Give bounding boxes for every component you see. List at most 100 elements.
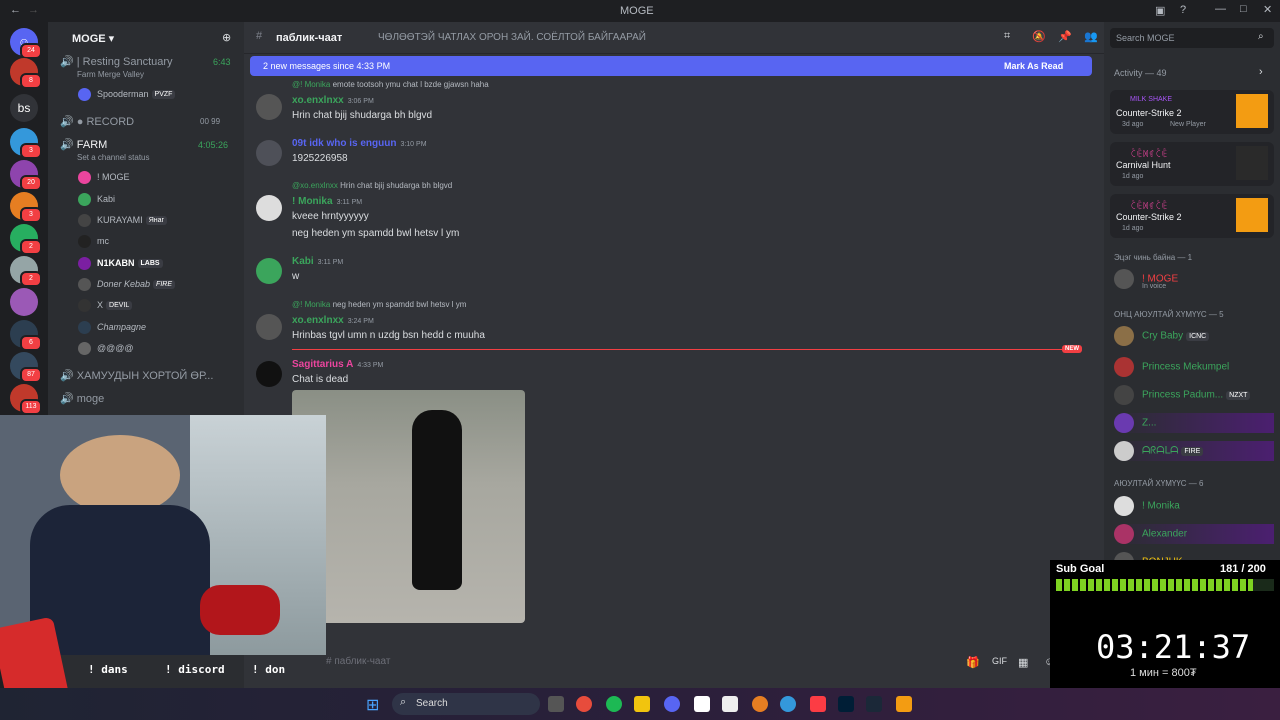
chevron-right-icon[interactable]: › (1259, 66, 1263, 78)
steam-icon[interactable] (866, 696, 882, 712)
voice-channel[interactable]: 🔊 ХАМУУДЫН ХОРТОЙ ӨР... (60, 369, 213, 382)
chrome-icon[interactable] (576, 696, 592, 712)
gif-icon[interactable]: GIF (992, 656, 1007, 666)
server-icon[interactable]: 2 (10, 224, 42, 255)
sticker-icon[interactable]: ▦ (1018, 656, 1028, 669)
cs2-icon (1236, 198, 1268, 232)
avatar[interactable] (256, 314, 282, 340)
server-icon[interactable]: 3 (10, 192, 42, 223)
photoshop-icon[interactable] (838, 696, 854, 712)
back-arrow-icon[interactable]: ← (10, 4, 21, 16)
avatar[interactable] (256, 195, 282, 221)
avatar[interactable] (256, 361, 282, 387)
server-icon[interactable]: 6 (10, 320, 42, 351)
voice-channel-moge[interactable]: 🔊 moge (60, 392, 104, 405)
member-list-icon[interactable]: 👥 (1084, 30, 1098, 43)
member[interactable]: Cry Baby ICNC (1114, 326, 1210, 346)
attached-gif[interactable] (292, 390, 525, 623)
sub-goal-progress (1056, 579, 1274, 591)
add-user-icon[interactable]: ⊕ (222, 31, 231, 44)
avatar[interactable] (256, 94, 282, 120)
pin-icon[interactable]: 📌 (1058, 30, 1072, 43)
search-input[interactable]: Search MOGE ⌕ (1110, 28, 1274, 48)
discord-icon[interactable] (664, 696, 680, 712)
server-icon[interactable]: 87 (10, 352, 42, 383)
chat-area: # паблик-чаат ЧӨЛӨӨТЭЙ ЧАТЛАХ ОРОН ЗАЙ. … (244, 22, 1104, 692)
help-icon[interactable]: ? (1180, 4, 1186, 16)
command-label: ! discord (165, 663, 225, 676)
message-text: Chat is dead (292, 374, 349, 385)
member[interactable]: Z... (1114, 413, 1274, 433)
server-icon[interactable]: 113 (10, 384, 42, 415)
voice-user[interactable]: Spooderman PVZF (78, 88, 176, 101)
set-status-link[interactable]: Set a channel status (77, 153, 150, 162)
cs2-icon (1236, 94, 1268, 128)
member[interactable]: Alexander (1114, 524, 1274, 544)
channel-topic[interactable]: ЧӨЛӨӨТЭЙ ЧАТЛАХ ОРОН ЗАЙ. СОЁЛТОЙ БАЙГАА… (378, 32, 646, 43)
file-explorer-icon[interactable] (634, 696, 650, 712)
minimize-button[interactable]: — (1215, 3, 1226, 15)
member[interactable]: Princess Padum... NZXT (1114, 385, 1251, 405)
username[interactable]: 09t idk who is enguun 3:10 PM (292, 138, 427, 149)
app-icon[interactable] (896, 696, 912, 712)
notification-icon[interactable]: 🔕 (1032, 30, 1046, 43)
webcam-person-body (30, 505, 210, 655)
server-icon[interactable] (10, 288, 38, 316)
discord-home-icon[interactable]: ☺ 24 (10, 28, 42, 59)
inbox-icon[interactable]: ▣ (1155, 4, 1165, 17)
app-icon[interactable] (752, 696, 768, 712)
channel-timer: 4:05:26 (198, 140, 229, 150)
username[interactable]: Kabi 3:11 PM (292, 256, 343, 267)
username[interactable]: xo.enxlnxx 3:24 PM (292, 315, 374, 326)
message-text: Hrinbas tgvl umn n uzdg bsn hedd c muuha (292, 330, 485, 341)
voice-user[interactable]: N1KABN LABS (78, 257, 163, 270)
avatar[interactable] (256, 258, 282, 284)
voice-user[interactable]: Doner Kebab FIRE (78, 278, 175, 291)
forward-arrow-icon[interactable]: → (28, 4, 39, 16)
voice-user[interactable]: mc (78, 235, 109, 248)
voice-user[interactable]: X DEVIL (78, 299, 133, 312)
username[interactable]: Sagittarius A 4:33 PM (292, 359, 383, 370)
server-icon[interactable]: 8 (10, 58, 42, 89)
spotify-icon[interactable] (606, 696, 622, 712)
threads-icon[interactable]: ⌗ (1004, 30, 1010, 43)
gift-icon[interactable]: 🎁 (966, 656, 980, 669)
app-icon[interactable] (780, 696, 796, 712)
app-icon[interactable] (694, 696, 710, 712)
voice-user[interactable]: Kabi (78, 193, 115, 206)
username[interactable]: ! Monika 3:11 PM (292, 196, 362, 207)
notion-icon[interactable] (722, 696, 738, 712)
new-messages-bar[interactable]: 2 new messages since 4:33 PM Mark As Rea… (250, 56, 1092, 76)
username[interactable]: xo.enxlnxx 3:06 PM (292, 95, 374, 106)
chat-header: # паблик-чаат ЧӨЛӨӨТЭЙ ЧАТЛАХ ОРОН ЗАЙ. … (244, 22, 1104, 54)
sub-goal-progress-fill (1056, 579, 1254, 591)
server-icon-bs[interactable]: bs (10, 94, 38, 122)
activity-header[interactable]: Activity — 49 (1114, 68, 1167, 78)
mark-as-read-button[interactable]: Mark As Read (1004, 61, 1063, 71)
maximize-button[interactable]: □ (1240, 3, 1247, 15)
voice-channel-record[interactable]: 🔊 ● RECORD (60, 115, 134, 128)
server-icon[interactable]: 20 (10, 160, 42, 191)
member[interactable]: ᗩᖇᗩᒪᗩ FIRE (1114, 441, 1274, 461)
activity-card[interactable]: MILK SHAKE Counter-Strike 2 3d ago New P… (1110, 90, 1274, 134)
music-icon[interactable] (810, 696, 826, 712)
voice-user[interactable]: Champagne (78, 321, 146, 334)
voice-user[interactable]: KURAYAMI Янаг (78, 214, 168, 227)
gif-figure (412, 410, 462, 590)
server-icon[interactable]: 3 (10, 128, 42, 159)
taskbar-search[interactable]: ⌕ Search (392, 693, 540, 715)
avatar[interactable] (256, 140, 282, 166)
voice-user[interactable]: ! MOGE (78, 171, 130, 184)
server-header[interactable]: MOGE ▾ (48, 22, 244, 54)
member[interactable]: Princess Mekumpel (1114, 357, 1229, 377)
voice-channel-farm[interactable]: 🔊 FARM (60, 138, 107, 151)
close-button[interactable]: ✕ (1263, 3, 1272, 16)
voice-user[interactable]: @@@@ (78, 342, 134, 355)
activity-card[interactable]: ꉓꍟꁒꁍꉓꍟ Carnival Hunt 1d ago (1110, 142, 1274, 186)
windows-start-icon[interactable]: ⊞ (366, 695, 379, 715)
app-icon[interactable] (548, 696, 564, 712)
activity-card[interactable]: ꉓꍟꁒꁍꉓꍟ Counter-Strike 2 1d ago (1110, 194, 1274, 238)
member[interactable]: ! Monika (1114, 496, 1180, 516)
server-icon[interactable]: 2 (10, 256, 42, 287)
voice-channel-resting[interactable]: 🔊 | Resting Sanctuary (60, 55, 173, 68)
